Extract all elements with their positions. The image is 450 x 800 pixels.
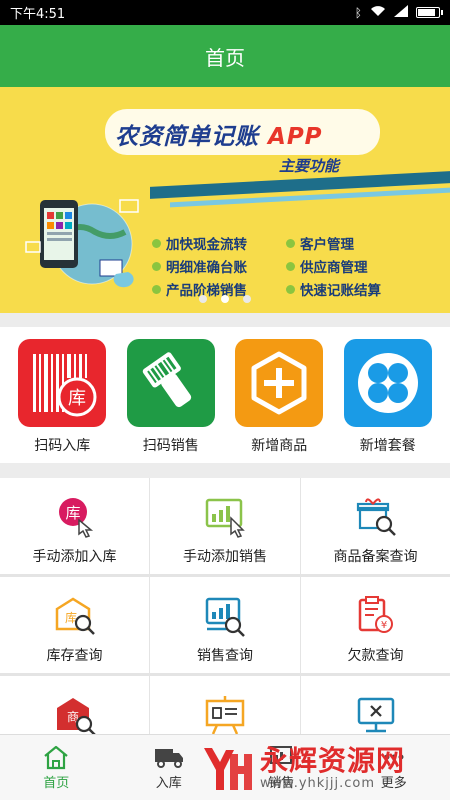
promo-banner[interactable]: 农资简单记账 APP 主要功能 加快现金流转 客户管理 明细准确台账 供应商管理 产品阶… xyxy=(0,87,450,313)
grid-item-label: 手动添加销售 xyxy=(183,549,267,565)
bullet-dot-icon xyxy=(152,284,161,294)
add-product-button[interactable]: 新增商品 xyxy=(229,327,329,463)
product-record-search-button[interactable]: 商品备案查询 xyxy=(301,478,450,574)
nav-home-label: 首页 xyxy=(43,776,70,791)
feature-text: 加快现金流转 xyxy=(166,237,247,253)
bullet-dot-icon xyxy=(286,284,295,294)
scan-sales-button[interactable]: 扫码销售 xyxy=(121,327,221,463)
presentation-board-icon xyxy=(205,696,245,735)
feature-item: 明细准确台账 xyxy=(152,256,282,276)
banner-title-text: 农资简单记账 xyxy=(115,124,259,150)
grid-item-label: 欠款查询 xyxy=(347,648,404,664)
function-grid: 库 手动添加入库 手动添加销售 商品备案查询 库 库存查询 销售查询 ¥ 欠款查… xyxy=(0,478,450,772)
quick-actions: 库 扫码入库 扫码销售 新增商品 新增套餐 xyxy=(0,327,450,463)
bullet-dot-icon xyxy=(286,238,295,248)
truck-icon xyxy=(154,749,183,768)
feature-item: 供应商管理 xyxy=(286,256,406,276)
manual-sales-button[interactable]: 手动添加销售 xyxy=(150,478,300,574)
banner-page-dot[interactable] xyxy=(243,295,251,303)
banner-page-dot[interactable] xyxy=(221,295,229,303)
banner-title-app: APP xyxy=(268,124,323,150)
sales-search-button[interactable]: 销售查询 xyxy=(150,577,300,673)
grid-item-label: 手动添加入库 xyxy=(32,549,117,565)
banner-page-dot[interactable] xyxy=(199,295,207,303)
scan-sales-label: 扫码销售 xyxy=(142,438,199,454)
feature-item: 加快现金流转 xyxy=(152,233,282,253)
store-search-icon: 商 xyxy=(56,698,96,736)
nav-home[interactable]: 首页 xyxy=(0,735,113,800)
barcode-scanner-icon xyxy=(126,339,215,427)
app-header: 首页 xyxy=(0,25,450,87)
inventory-search-icon: 库 xyxy=(55,597,95,635)
scan-stock-in-label: 扫码入库 xyxy=(34,438,91,454)
bullet-dot-icon xyxy=(152,238,161,248)
phone-globe-illustration xyxy=(25,199,139,288)
wifi-icon xyxy=(370,5,386,20)
add-package-label: 新增套餐 xyxy=(359,438,416,454)
feature-item: 客户管理 xyxy=(286,233,406,253)
watermark: 永辉资源网 www.yhkjjj.com xyxy=(198,740,438,796)
scan-stock-in-button[interactable]: 库 扫码入库 xyxy=(12,327,112,463)
banner-pager[interactable] xyxy=(0,295,450,303)
svg-text:¥: ¥ xyxy=(380,620,386,631)
bluetooth-icon: ᛒ xyxy=(354,5,362,20)
feature-text: 供应商管理 xyxy=(300,260,368,276)
signal-icon xyxy=(394,5,408,20)
manual-stock-in-icon: 库 xyxy=(58,498,93,538)
monitor-close-icon xyxy=(357,697,394,733)
battery-icon xyxy=(416,7,443,18)
product-record-search-icon xyxy=(356,498,396,536)
feature-text: 明细准确台账 xyxy=(166,260,247,276)
banner-subtitle: 主要功能 xyxy=(279,157,340,175)
sales-search-icon xyxy=(205,597,245,637)
status-bar: 下午4:51 ᛒ xyxy=(0,0,450,25)
watermark-logo xyxy=(204,748,252,790)
manual-sales-icon xyxy=(205,498,245,538)
debt-search-button[interactable]: ¥ 欠款查询 xyxy=(301,577,450,673)
watermark-url: www.yhkjjj.com xyxy=(260,775,376,791)
barcode-stock-in-icon: 库 xyxy=(18,339,107,427)
battery-level xyxy=(418,9,436,16)
home-icon xyxy=(44,745,68,770)
grid-item-label: 库存查询 xyxy=(46,648,103,664)
status-time: 下午4:51 xyxy=(10,7,66,22)
feature-text: 客户管理 xyxy=(300,237,354,253)
watermark-text-group: 永辉资源网 www.yhkjjj.com xyxy=(260,743,406,791)
nav-stock-in-label: 入库 xyxy=(155,776,182,791)
hexagon-plus-icon xyxy=(235,339,324,427)
clover-icon xyxy=(343,339,432,427)
inventory-search-button[interactable]: 库 库存查询 xyxy=(0,577,149,673)
bullet-dot-icon xyxy=(286,261,295,271)
banner-title: 农资简单记账 APP xyxy=(115,117,323,151)
grid-item-label: 销售查询 xyxy=(197,648,253,664)
watermark-text: 永辉资源网 xyxy=(260,743,406,777)
feature-list: 加快现金流转 客户管理 明细准确台账 供应商管理 产品阶梯销售 快速记账结算 xyxy=(152,233,406,299)
debt-search-icon: ¥ xyxy=(358,596,393,633)
manual-stock-in-button[interactable]: 库 手动添加入库 xyxy=(0,478,149,574)
page-title: 首页 xyxy=(205,45,245,70)
svg-text:库: 库 xyxy=(68,388,86,409)
add-product-label: 新增商品 xyxy=(251,438,308,454)
add-package-button[interactable]: 新增套餐 xyxy=(338,327,438,463)
status-icons: ᛒ xyxy=(354,5,443,20)
bullet-dot-icon xyxy=(152,261,161,271)
grid-item-label: 商品备案查询 xyxy=(333,549,418,565)
